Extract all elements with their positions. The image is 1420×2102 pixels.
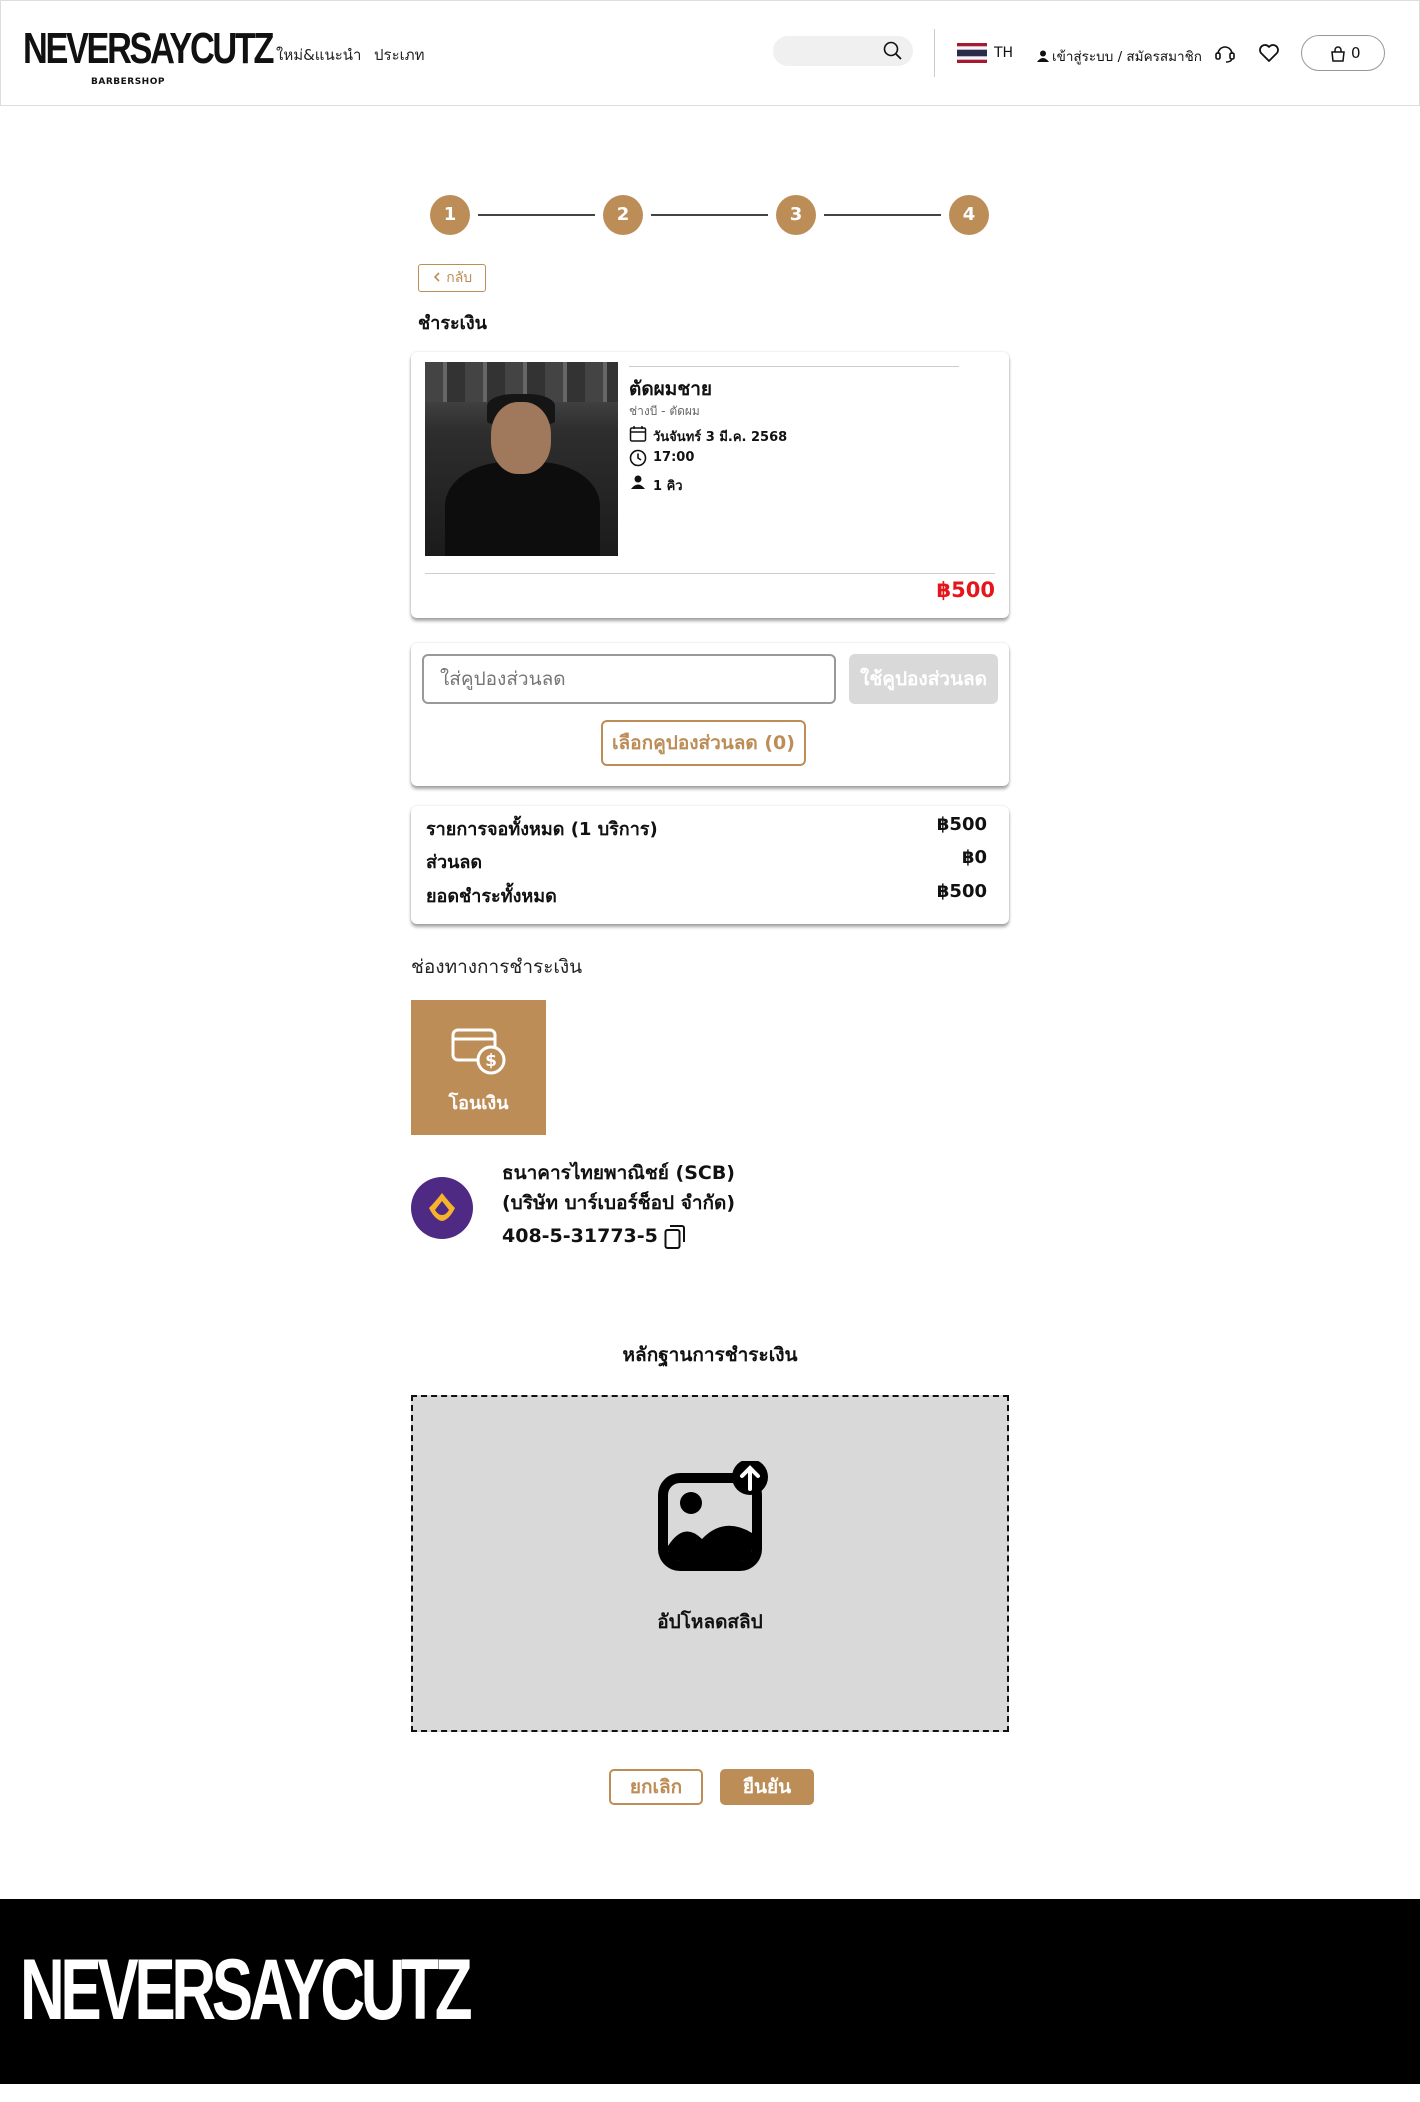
footer-logo-subtitle: BARBERSHOP <box>156 2083 289 2102</box>
cart-button[interactable]: 0 <box>1301 35 1385 71</box>
logo-text: NEVERSAYCUTZ <box>23 24 274 73</box>
payment-method-transfer[interactable]: $ โอนเงิน <box>411 1000 546 1135</box>
nav-new-recommended[interactable]: ใหม่&แนะนำ <box>276 43 361 67</box>
nav-category[interactable]: ประเภท <box>374 43 425 67</box>
payment-proof-title: หลักฐานการชำระเงิน <box>622 1344 798 1366</box>
language-label[interactable]: TH <box>994 45 1013 61</box>
service-name: ตัดผมชาย <box>629 378 713 400</box>
brand-logo[interactable]: NEVERSAYCUTZ BARBERSHOP <box>23 24 274 88</box>
upload-slip-label: อัปโหลดสลิป <box>657 1611 763 1633</box>
service-card: ตัดผมชาย ช่างบี - ตัดผม วันจันทร์ 3 มี.ค… <box>411 352 1009 618</box>
cart-count: 0 <box>1351 44 1361 62</box>
step-connector <box>478 214 595 216</box>
chevron-left-icon <box>433 272 440 282</box>
service-barber: ช่างบี - ตัดผม <box>629 404 700 418</box>
coupon-card: ใช้คูปองส่วนลด เลือกคูปองส่วนลด (0) <box>411 643 1009 786</box>
support-icon[interactable] <box>1213 41 1237 65</box>
scb-logo <box>411 1177 473 1239</box>
payment-channel-label: ช่องทางการชำระเงิน <box>411 956 583 978</box>
header-divider <box>934 29 935 77</box>
select-coupon-button[interactable]: เลือกคูปองส่วนลด (0) <box>601 720 806 766</box>
person-icon <box>631 475 645 489</box>
card-money-icon: $ <box>451 1028 506 1075</box>
summary-card: รายการจอทั้งหมด (1 บริการ) ฿500 ส่วนลด ฿0 … <box>411 806 1009 924</box>
account-name: (บริษัท บาร์เบอร์ช็อป จำกัด) <box>502 1192 736 1214</box>
apply-coupon-button[interactable]: ใช้คูปองส่วนลด <box>849 654 998 704</box>
step-connector <box>824 214 941 216</box>
step-2: 2 <box>603 195 643 235</box>
search-icon[interactable] <box>883 41 903 61</box>
divider <box>629 366 959 367</box>
page-title: ชำระเงิน <box>418 313 487 334</box>
search-input[interactable] <box>773 36 913 66</box>
summary-row-discount: ส่วนลด ฿0 <box>426 847 987 873</box>
copy-icon[interactable] <box>664 1224 686 1250</box>
confirm-button[interactable]: ยืนยัน <box>720 1769 814 1805</box>
payment-method-label: โอนเงิน <box>448 1093 509 1114</box>
user-icon <box>1037 50 1049 62</box>
bag-icon <box>1331 46 1345 62</box>
footer-logo[interactable]: NEVERSAYCUTZ BARBERSHOP <box>20 1942 643 2102</box>
step-1: 1 <box>430 195 470 235</box>
logo-subtitle: BARBERSHOP <box>91 77 165 87</box>
clock-icon <box>629 449 647 467</box>
service-price: ฿500 <box>936 578 995 602</box>
scb-lotus-icon <box>429 1193 455 1221</box>
image-upload-icon <box>658 1461 768 1571</box>
login-label: เข้าสู่ระบบ / สมัครสมาชิก <box>1052 49 1202 65</box>
svg-text:$: $ <box>485 1051 497 1071</box>
step-3: 3 <box>776 195 816 235</box>
summary-row-items: รายการจอทั้งหมด (1 บริการ) ฿500 <box>426 814 987 840</box>
login-link[interactable]: เข้าสู่ระบบ / สมัครสมาชิก <box>1037 45 1202 67</box>
back-label: กลับ <box>446 270 473 286</box>
heart-icon[interactable] <box>1257 41 1281 65</box>
account-number: 408-5-31773-5 <box>502 1225 658 1247</box>
footer-logo-text: NEVERSAYCUTZ <box>20 1942 473 2038</box>
footer: NEVERSAYCUTZ BARBERSHOP <box>0 1899 1420 2102</box>
step-4: 4 <box>949 195 989 235</box>
summary-row-total: ยอดชำระทั้งหมด ฿500 <box>426 881 987 907</box>
top-header: NEVERSAYCUTZ BARBERSHOP ใหม่&แนะนำ ประเภ… <box>0 0 1420 106</box>
divider <box>425 573 995 574</box>
back-button[interactable]: กลับ <box>418 264 486 292</box>
coupon-input[interactable] <box>422 654 836 704</box>
step-connector <box>651 214 768 216</box>
barber-photo <box>425 362 618 556</box>
slip-upload-dropzone[interactable]: อัปโหลดสลิป <box>411 1395 1009 1732</box>
thai-flag-icon[interactable] <box>957 43 987 63</box>
calendar-icon <box>629 426 647 442</box>
bank-name: ธนาคารไทยพาณิชย์ (SCB) <box>502 1162 735 1184</box>
cancel-button[interactable]: ยกเลิก <box>609 1769 703 1805</box>
